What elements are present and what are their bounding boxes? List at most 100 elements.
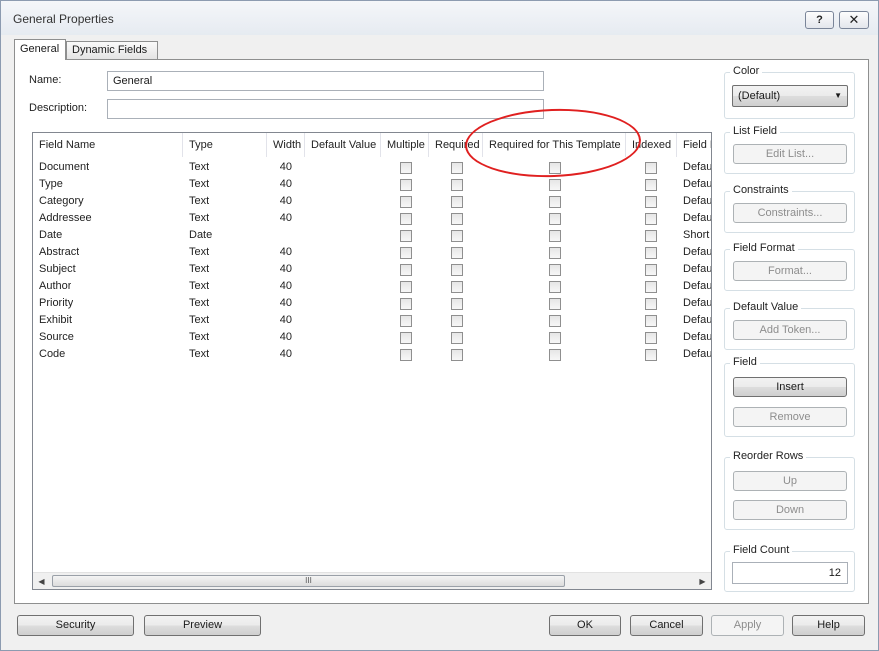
table-row[interactable]: Addressee Text 40 Default xyxy=(33,210,712,227)
indexed-checkbox[interactable] xyxy=(645,247,657,259)
multiple-checkbox[interactable] xyxy=(400,349,412,361)
multiple-checkbox[interactable] xyxy=(400,230,412,242)
fields-grid[interactable]: Field Name Type Width Default Value Mult… xyxy=(32,132,712,590)
indexed-checkbox[interactable] xyxy=(645,213,657,225)
scroll-thumb[interactable]: III xyxy=(52,575,565,587)
column-header-indexed[interactable]: Indexed xyxy=(626,133,677,157)
column-header-required[interactable]: Required xyxy=(429,133,483,157)
table-row[interactable]: Exhibit Text 40 Default xyxy=(33,312,711,329)
help-button[interactable]: Help xyxy=(792,615,865,636)
column-header-default-value[interactable]: Default Value xyxy=(305,133,381,157)
indexed-checkbox[interactable] xyxy=(645,315,657,327)
multiple-checkbox[interactable] xyxy=(400,196,412,208)
multiple-checkbox[interactable] xyxy=(400,281,412,293)
indexed-checkbox[interactable] xyxy=(645,298,657,310)
required-checkbox[interactable] xyxy=(451,162,463,174)
table-row[interactable]: Date Date Short xyxy=(33,227,711,244)
tab-dynamic-fields[interactable]: Dynamic Fields xyxy=(66,41,158,59)
table-row[interactable]: Author Text 40 Default xyxy=(33,278,711,295)
column-header-field-format[interactable]: Field Format xyxy=(677,133,711,157)
required-for-template-checkbox[interactable] xyxy=(549,162,561,174)
required-checkbox[interactable] xyxy=(451,332,463,344)
preview-button[interactable]: Preview xyxy=(144,615,261,636)
multiple-checkbox[interactable] xyxy=(400,264,412,276)
indexed-checkbox[interactable] xyxy=(645,196,657,208)
multiple-checkbox[interactable] xyxy=(400,162,412,174)
indexed-checkbox[interactable] xyxy=(645,264,657,276)
ok-button[interactable]: OK xyxy=(549,615,621,636)
indexed-checkbox[interactable] xyxy=(645,162,657,174)
insert-button[interactable]: Insert xyxy=(733,377,847,397)
column-header-width[interactable]: Width xyxy=(267,133,305,157)
table-row[interactable]: Priority Text 40 Default xyxy=(33,295,711,312)
required-for-template-checkbox[interactable] xyxy=(549,230,561,242)
scroll-left-arrow-icon[interactable]: ◀ xyxy=(33,573,50,589)
required-checkbox[interactable] xyxy=(451,196,463,208)
help-title-button[interactable]: ? xyxy=(805,11,834,29)
remove-button[interactable]: Remove xyxy=(733,407,847,427)
table-row[interactable]: Type Text 40 Default xyxy=(33,176,711,193)
type-cell: Text xyxy=(189,314,210,326)
column-header-multiple[interactable]: Multiple xyxy=(381,133,429,157)
column-header-required-for-template[interactable]: Required for This Template xyxy=(483,133,626,157)
multiple-checkbox[interactable] xyxy=(400,332,412,344)
indexed-checkbox[interactable] xyxy=(645,281,657,293)
table-row[interactable]: Source Text 40 Default xyxy=(33,329,711,346)
multiple-checkbox[interactable] xyxy=(400,213,412,225)
required-for-template-checkbox[interactable] xyxy=(549,315,561,327)
apply-button[interactable]: Apply xyxy=(711,615,784,636)
field-group-title: Field xyxy=(730,356,760,368)
add-token-button[interactable]: Add Token... xyxy=(733,320,847,340)
constraints-button[interactable]: Constraints... xyxy=(733,203,847,223)
required-for-template-checkbox[interactable] xyxy=(549,298,561,310)
field-format-cell: Default xyxy=(683,212,712,224)
table-row[interactable]: Document Text 40 Default xyxy=(33,159,711,176)
required-for-template-checkbox[interactable] xyxy=(549,281,561,293)
required-checkbox[interactable] xyxy=(451,264,463,276)
required-for-template-checkbox[interactable] xyxy=(549,264,561,276)
required-checkbox[interactable] xyxy=(451,315,463,327)
required-for-template-checkbox[interactable] xyxy=(549,213,561,225)
table-row[interactable]: Subject Text 40 Default xyxy=(33,261,711,278)
tab-general[interactable]: General xyxy=(14,39,66,60)
required-checkbox[interactable] xyxy=(451,213,463,225)
column-header-type[interactable]: Type xyxy=(183,133,267,157)
table-row[interactable]: Category Text 40 Default xyxy=(33,193,711,210)
table-row[interactable]: Abstract Text 40 Default xyxy=(33,244,711,261)
required-for-template-checkbox[interactable] xyxy=(549,247,561,259)
indexed-checkbox[interactable] xyxy=(645,230,657,242)
required-for-template-checkbox[interactable] xyxy=(549,179,561,191)
move-up-button[interactable]: Up xyxy=(733,471,847,491)
multiple-checkbox[interactable] xyxy=(400,298,412,310)
color-dropdown[interactable]: (Default) ▼ xyxy=(732,85,848,107)
required-checkbox[interactable] xyxy=(451,298,463,310)
description-input[interactable] xyxy=(107,99,544,119)
table-row[interactable]: Code Text 40 Default xyxy=(33,346,711,363)
required-for-template-checkbox[interactable] xyxy=(549,332,561,344)
cancel-button[interactable]: Cancel xyxy=(630,615,703,636)
security-button[interactable]: Security xyxy=(17,615,134,636)
edit-list-button[interactable]: Edit List... xyxy=(733,144,847,164)
required-checkbox[interactable] xyxy=(451,179,463,191)
horizontal-scrollbar[interactable]: ◀ III ▶ xyxy=(33,572,711,589)
multiple-checkbox[interactable] xyxy=(400,179,412,191)
required-for-template-checkbox[interactable] xyxy=(549,196,561,208)
close-button[interactable]: ✕ xyxy=(839,11,869,29)
column-header-field-name[interactable]: Field Name xyxy=(33,133,183,157)
multiple-checkbox[interactable] xyxy=(400,315,412,327)
required-checkbox[interactable] xyxy=(451,281,463,293)
required-checkbox[interactable] xyxy=(451,349,463,361)
scroll-right-arrow-icon[interactable]: ▶ xyxy=(694,573,711,589)
required-for-template-checkbox[interactable] xyxy=(549,349,561,361)
indexed-checkbox[interactable] xyxy=(645,349,657,361)
name-input[interactable]: General xyxy=(107,71,544,91)
required-checkbox[interactable] xyxy=(451,247,463,259)
multiple-checkbox[interactable] xyxy=(400,247,412,259)
indexed-checkbox[interactable] xyxy=(645,179,657,191)
type-cell: Text xyxy=(189,331,210,343)
move-down-button[interactable]: Down xyxy=(733,500,847,520)
required-checkbox[interactable] xyxy=(451,230,463,242)
type-cell: Text xyxy=(189,195,210,207)
indexed-checkbox[interactable] xyxy=(645,332,657,344)
format-button[interactable]: Format... xyxy=(733,261,847,281)
